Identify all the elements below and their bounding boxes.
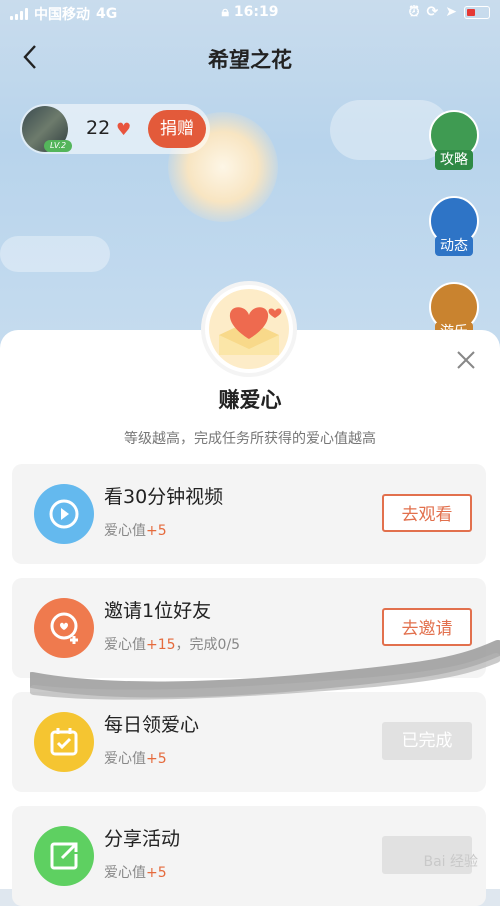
task-card-share-activity: 分享活动 爱心值+5 (12, 806, 486, 906)
rotation-lock-icon: ⟳ (426, 4, 439, 20)
calendar-check-icon (34, 712, 94, 772)
task-name: 分享活动 (104, 828, 181, 850)
task-name: 邀请1位好友 (104, 600, 212, 622)
go-watch-button[interactable]: 去观看 (382, 494, 472, 532)
task-reward: 爱心值+15，完成0/5 (104, 637, 241, 653)
invite-friend-icon (34, 598, 94, 658)
heart-count: 22 (86, 117, 111, 139)
task-card-watch-video: 看30分钟视频 爱心值+5 去观看 (12, 464, 486, 564)
heart-envelope-icon (205, 285, 293, 373)
heart-icon: ♥ (116, 120, 132, 140)
task-reward: 爱心值+5 (104, 751, 167, 767)
sheet-title: 赚爱心 (218, 388, 282, 412)
side-button-guide[interactable]: 攻略 (424, 110, 484, 170)
donate-button[interactable]: 捐赠 (148, 110, 206, 148)
status-bar: 中国移动 4G 🔒︎ 16:19 ⏰︎ ⟳ ➤ (0, 0, 500, 26)
go-invite-button[interactable]: 去邀请 (382, 608, 472, 646)
side-button-label: 攻略 (435, 150, 473, 170)
location-icon: ➤ (445, 4, 457, 20)
play-icon (34, 484, 94, 544)
share-icon (34, 826, 94, 886)
completed-button: 已完成 (382, 722, 472, 760)
side-button-label: 动态 (435, 236, 473, 256)
watermark: Bai 经验 (423, 854, 478, 870)
task-reward: 爱心值+5 (104, 865, 167, 881)
side-button-news[interactable]: 动态 (424, 196, 484, 256)
task-card-daily-hearts: 每日领爱心 爱心值+5 已完成 (12, 692, 486, 792)
lock-icon: 🔒︎ (221, 4, 229, 20)
task-name: 看30分钟视频 (104, 486, 224, 508)
user-summary: LV.2 22 ♥ 捐赠 (20, 104, 210, 154)
alarm-icon: ⏰︎ (408, 4, 420, 20)
task-reward: 爱心值+5 (104, 523, 167, 539)
cloud (0, 236, 110, 272)
clock-time: 16:19 (233, 4, 279, 20)
battery-icon (464, 5, 490, 19)
level-badge: LV.2 (44, 140, 72, 152)
top-nav: 希望之花 (0, 38, 500, 78)
task-name: 每日领爱心 (104, 714, 200, 736)
task-card-invite-friend: 邀请1位好友 爱心值+15，完成0/5 去邀请 (12, 578, 486, 678)
close-icon[interactable] (452, 348, 480, 376)
sheet-subtitle: 等级越高，完成任务所获得的爱心值越高 (124, 431, 376, 447)
page-title: 希望之花 (208, 48, 292, 72)
